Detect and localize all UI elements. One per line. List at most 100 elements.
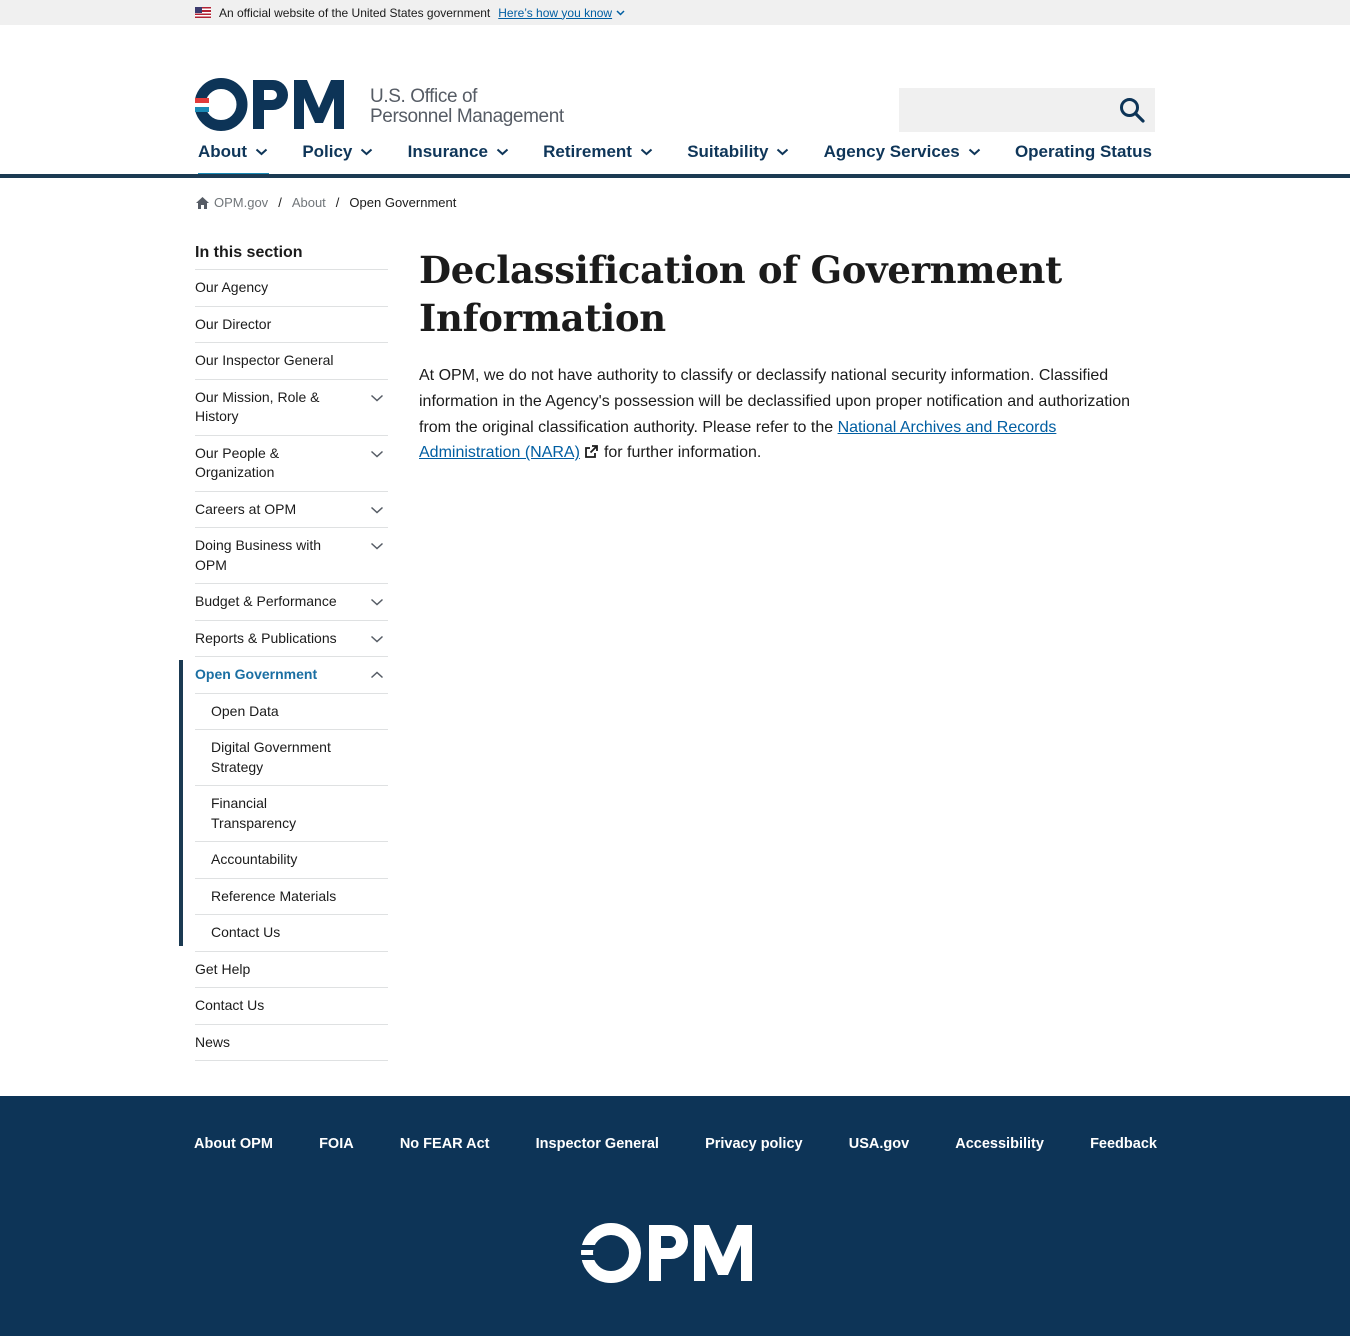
chevron-down-icon[interactable] <box>370 632 384 646</box>
sidebar-item-label: Get Help <box>195 960 251 977</box>
chevron-down-icon[interactable] <box>370 595 384 609</box>
sidebar-item-our-inspector-general[interactable]: Our Inspector General <box>195 343 388 380</box>
footer-link-usa-gov[interactable]: USA.gov <box>849 1136 909 1152</box>
sidebar-item-get-help[interactable]: Get Help <box>195 952 388 988</box>
nav-label: Policy <box>302 142 353 161</box>
footer-link-about-opm[interactable]: About OPM <box>194 1136 273 1152</box>
body-text-end: for further information. <box>603 444 762 462</box>
chevron-down-icon <box>496 148 509 156</box>
sidebar-subitem-label: Accountability <box>211 851 298 867</box>
sidebar-item-reports[interactable]: Reports & Publications <box>195 621 388 657</box>
chevron-down-icon[interactable] <box>370 447 384 461</box>
chevron-down-icon <box>616 9 625 16</box>
sidebar-subitem-label: Contact Us <box>211 924 281 940</box>
heres-how-you-know-label: Here’s how you know <box>498 5 613 20</box>
sidebar-item-label: Our People & Organization <box>195 444 280 481</box>
sidebar-subitem-label: Financial Transparency <box>211 795 297 831</box>
sidebar-item-open-government[interactable]: Open Government <box>195 657 388 694</box>
sidebar-item-label: News <box>195 1033 231 1050</box>
chevron-down-icon <box>777 148 789 156</box>
sidebar-subitem-label: Reference Materials <box>211 887 337 904</box>
breadcrumb-about[interactable]: About <box>292 195 326 210</box>
sidebar-title: In this section <box>195 244 388 270</box>
breadcrumb-separator: / <box>335 195 340 210</box>
us-flag-icon <box>195 7 211 18</box>
opm-logo-mark <box>195 78 344 131</box>
sidebar-subitem-contact-us[interactable]: Contact Us <box>195 915 388 952</box>
sidebar-item-label: Open Government <box>195 666 318 682</box>
nav-divider <box>0 174 1350 178</box>
sidebar-item-label: Budget & Performance <box>195 593 337 609</box>
chevron-down-icon <box>640 148 653 156</box>
nav-item-insurance[interactable]: Insurance <box>405 130 512 174</box>
nav-label: Retirement <box>543 142 632 161</box>
nav-label: About <box>198 142 248 161</box>
section-sidebar: In this section Our Agency Our Director … <box>179 244 388 1061</box>
nav-item-agency-services[interactable]: Agency Services <box>821 130 984 174</box>
nav-item-about[interactable]: About <box>195 130 271 177</box>
search-input[interactable] <box>899 88 1099 132</box>
footer-link-privacy-policy[interactable]: Privacy policy <box>705 1136 803 1152</box>
sidebar-item-our-mission[interactable]: Our Mission, Role & History <box>195 380 388 436</box>
chevron-down-icon <box>255 148 268 156</box>
sidebar-subitem-label: Open Data <box>211 702 279 719</box>
chevron-down-icon[interactable] <box>370 539 384 553</box>
logo-text: U.S. Office of Personnel Management <box>370 87 564 127</box>
sidebar-subitem-open-data[interactable]: Open Data <box>195 694 388 730</box>
sidebar-item-label: Doing Business with OPM <box>195 537 322 573</box>
opm-logo[interactable]: U.S. Office of Personnel Management <box>195 78 564 131</box>
footer-link-foia[interactable]: FOIA <box>319 1136 354 1152</box>
footer-opm-logo[interactable] <box>581 1223 763 1283</box>
footer-link-feedback[interactable]: Feedback <box>1090 1136 1157 1152</box>
nav-label: Operating Status <box>1014 142 1152 161</box>
sidebar-item-label: Our Inspector General <box>195 352 334 368</box>
nav-item-retirement[interactable]: Retirement <box>540 130 656 174</box>
sidebar-item-our-people[interactable]: Our People & Organization <box>195 436 388 492</box>
sidebar-item-label: Our Director <box>195 315 272 332</box>
footer-link-inspector-general[interactable]: Inspector General <box>536 1136 659 1152</box>
sidebar-item-careers[interactable]: Careers at OPM <box>195 492 388 528</box>
sidebar-subitem-label: Digital Government Strategy <box>211 739 331 775</box>
footer-link-accessibility[interactable]: Accessibility <box>955 1136 1044 1152</box>
logo-text-line2: Personnel Management <box>370 106 564 127</box>
current-section-indicator <box>179 660 183 946</box>
sidebar-item-label: Careers at OPM <box>195 500 297 517</box>
search-icon[interactable] <box>1119 97 1145 123</box>
footer-links: About OPM FOIA No FEAR Act Inspector Gen… <box>194 1136 1157 1152</box>
page-title: Declassification of Government Informati… <box>419 248 1062 340</box>
heres-how-you-know-link[interactable]: Here’s how you know <box>498 6 625 20</box>
chevron-down-icon[interactable] <box>370 503 384 517</box>
open-government-group: Open Government Open Data Digital Govern… <box>179 657 388 952</box>
chevron-down-icon[interactable] <box>370 391 384 405</box>
chevron-down-icon <box>968 148 980 156</box>
nav-item-suitability[interactable]: Suitability <box>684 130 792 174</box>
sidebar-subitem-accountability[interactable]: Accountability <box>195 842 388 879</box>
external-link-icon <box>585 445 598 459</box>
home-icon <box>196 196 209 209</box>
sidebar-item-doing-business[interactable]: Doing Business with OPM <box>195 528 388 584</box>
site-footer: About OPM FOIA No FEAR Act Inspector Gen… <box>0 1096 1350 1336</box>
breadcrumb-separator: / <box>278 195 282 210</box>
breadcrumb-home[interactable]: OPM.gov <box>214 195 268 210</box>
sidebar-subitem-financial-transparency[interactable]: Financial Transparency <box>195 786 388 842</box>
chevron-down-icon <box>361 148 373 156</box>
nav-item-policy[interactable]: Policy <box>299 130 376 174</box>
breadcrumb: OPM.gov / About / Open Government <box>195 195 456 210</box>
sidebar-item-our-agency[interactable]: Our Agency <box>195 270 388 307</box>
sidebar-item-label: Our Agency <box>195 279 269 295</box>
footer-link-no-fear-act[interactable]: No FEAR Act <box>400 1136 490 1152</box>
breadcrumb-current: Open Government <box>349 195 457 210</box>
sidebar-item-budget[interactable]: Budget & Performance <box>195 584 388 621</box>
sidebar-item-contact-us[interactable]: Contact Us <box>195 988 388 1025</box>
sidebar-item-our-director[interactable]: Our Director <box>195 307 388 343</box>
chevron-up-icon[interactable] <box>370 668 384 682</box>
sidebar-subitem-digital-government-strategy[interactable]: Digital Government Strategy <box>195 730 388 786</box>
sidebar-subitem-reference-materials[interactable]: Reference Materials <box>195 879 388 915</box>
body-paragraph: At OPM, we do not have authority to clas… <box>419 363 1139 466</box>
sidebar-item-label: Reports & Publications <box>195 629 337 646</box>
primary-nav: About Policy Insurance Retirement Suitab… <box>195 130 1155 177</box>
gov-banner: An official website of the United States… <box>0 0 1350 25</box>
nav-item-operating-status[interactable]: Operating Status <box>1012 130 1155 174</box>
sidebar-item-label: Contact Us <box>195 997 265 1013</box>
sidebar-item-news[interactable]: News <box>195 1025 388 1061</box>
